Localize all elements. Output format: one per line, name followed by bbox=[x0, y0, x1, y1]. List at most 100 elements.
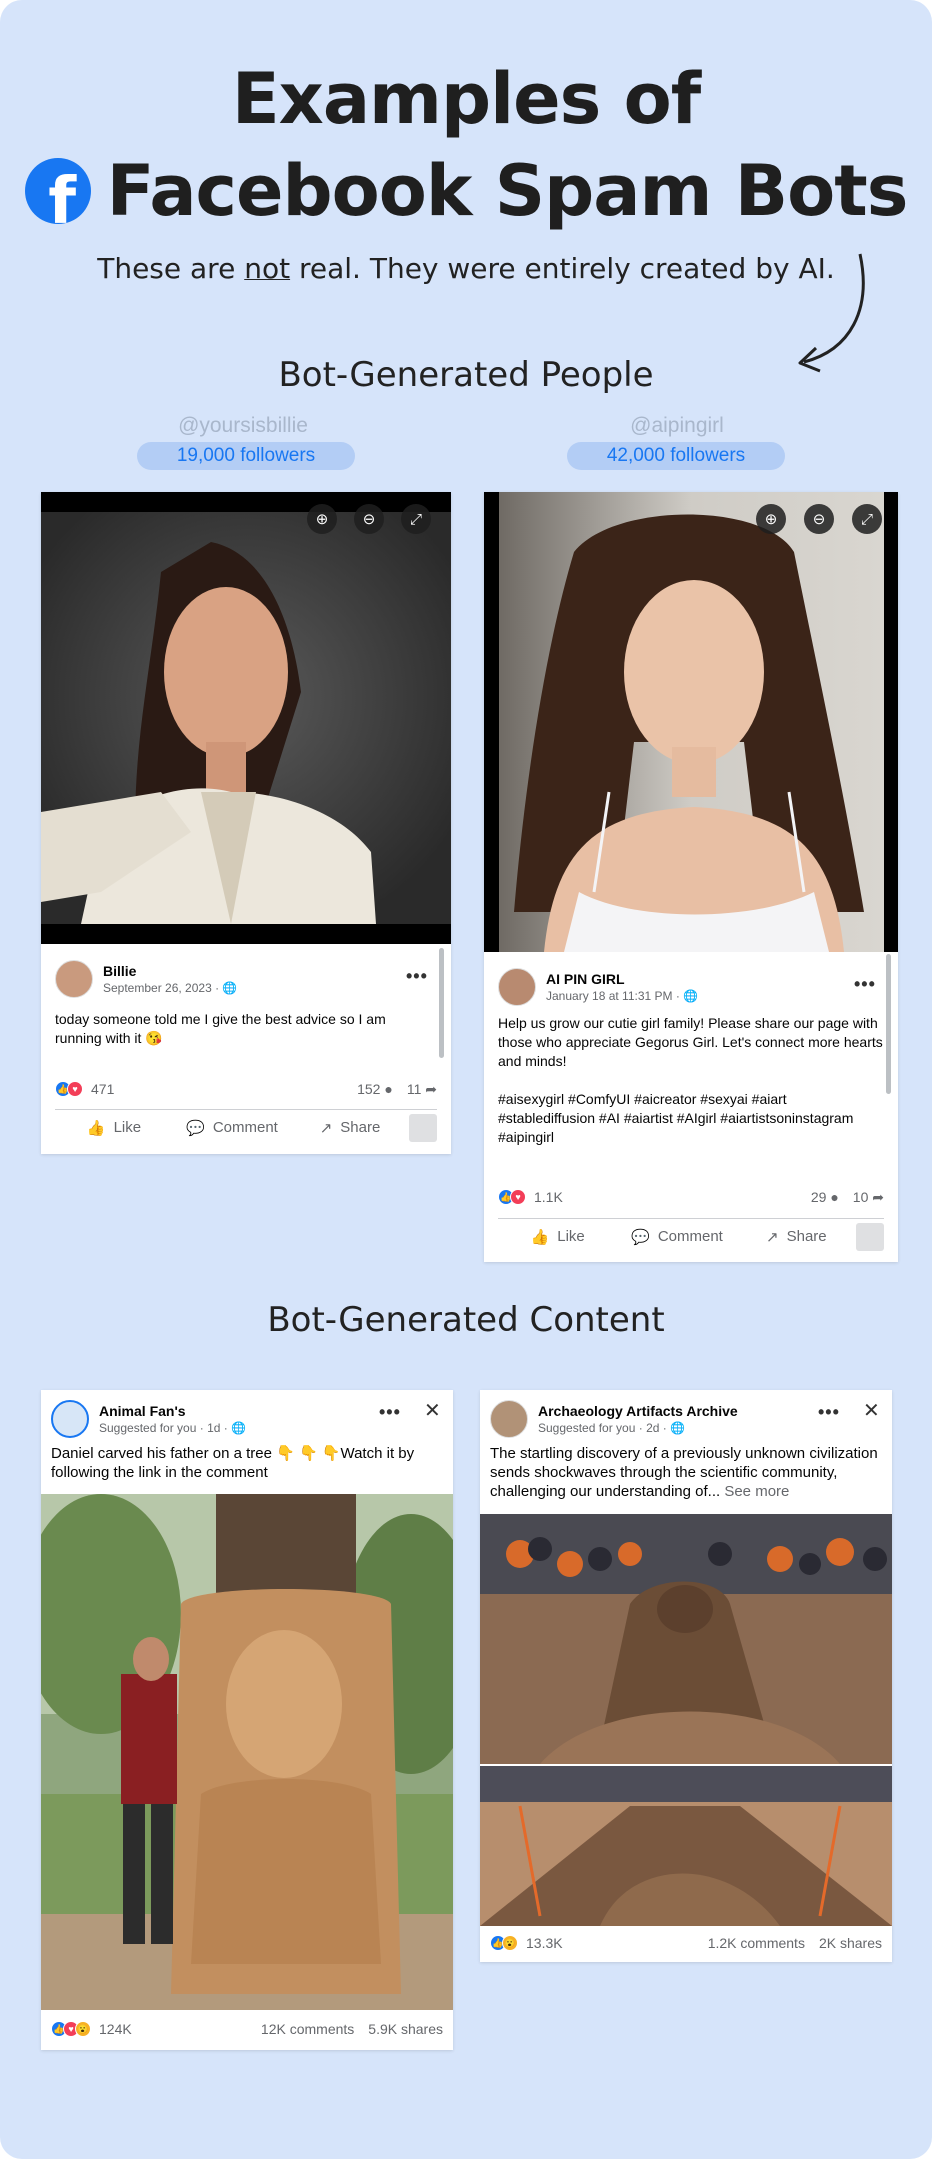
like-button[interactable]: 👍 Like bbox=[498, 1228, 617, 1246]
followers-pill-aipingirl: 42,000 followers bbox=[567, 442, 785, 470]
post-photo-aipingirl: ⊕ ⊖ ⤢ bbox=[484, 492, 898, 952]
avatar[interactable] bbox=[490, 1400, 528, 1438]
post-date: September 26, 2023 · 🌐 bbox=[103, 981, 238, 995]
post-text: today someone told me I give the best ad… bbox=[55, 1011, 386, 1046]
scrollbar[interactable] bbox=[439, 948, 444, 1058]
scrollbar[interactable] bbox=[886, 954, 891, 1094]
facebook-logo-icon: f bbox=[24, 158, 91, 224]
post-photo-billie: ⊕ ⊖ ⤢ bbox=[41, 492, 451, 944]
share-icon: ↗ bbox=[766, 1228, 779, 1246]
share-count[interactable]: 2K shares bbox=[819, 1935, 882, 1951]
share-count[interactable]: 5.9K shares bbox=[368, 2021, 443, 2037]
infographic-page: Examples of f Facebook Spam Bots These a… bbox=[0, 0, 932, 2159]
reaction-icons: 👍 ♥ 😮 bbox=[51, 2021, 91, 2037]
see-more-link[interactable]: See more bbox=[720, 1483, 789, 1500]
reaction-count[interactable]: 1.1K bbox=[534, 1189, 563, 1205]
close-icon[interactable]: ✕ bbox=[424, 1398, 441, 1423]
globe-icon: 🌐 bbox=[683, 989, 699, 1003]
more-icon[interactable]: ••• bbox=[379, 1402, 401, 1423]
globe-icon: 🌐 bbox=[222, 981, 238, 995]
reaction-count[interactable]: 13.3K bbox=[526, 1935, 563, 1951]
suggested-label: Suggested for you · 2d · 🌐 bbox=[538, 1421, 686, 1435]
zoom-in-icon[interactable]: ⊕ bbox=[756, 504, 786, 534]
globe-icon: 🌐 bbox=[231, 1421, 247, 1435]
avatar[interactable] bbox=[55, 960, 93, 998]
comment-count[interactable]: 1.2K comments bbox=[708, 1935, 805, 1951]
comment-bubble-icon: ● bbox=[830, 1189, 839, 1205]
author-name[interactable]: AI PIN GIRL bbox=[546, 971, 698, 987]
action-row: 👍 Like 💬 Comment ↗ Share bbox=[498, 1218, 884, 1254]
reactions-row: 👍 ♥ 😮 124K 12K comments 5.9K shares bbox=[51, 2018, 443, 2040]
share-count[interactable]: 10 ➦ bbox=[853, 1189, 884, 1206]
post-header-billie: Billie September 26, 2023 · 🌐 bbox=[55, 960, 237, 998]
title-line-2: Facebook Spam Bots bbox=[106, 150, 909, 232]
author-name[interactable]: Archaeology Artifacts Archive bbox=[538, 1403, 738, 1419]
reaction-icons: 👍 😮 bbox=[490, 1935, 518, 1951]
author-name[interactable]: Billie bbox=[103, 963, 237, 979]
section-title-people: Bot-Generated People bbox=[278, 355, 654, 395]
reaction-icons: 👍 ♥ bbox=[55, 1081, 83, 1097]
globe-icon: 🌐 bbox=[670, 1421, 686, 1435]
suggested-label: Suggested for you · 1d · 🌐 bbox=[99, 1421, 247, 1435]
comment-count[interactable]: 29 ● bbox=[811, 1189, 839, 1205]
post-text: The startling discovery of a previously … bbox=[490, 1445, 878, 1500]
reactions-row: 👍 ♥ 471 152 ● 11 ➦ bbox=[55, 1078, 437, 1100]
zoom-out-icon[interactable]: ⊖ bbox=[804, 504, 834, 534]
avatar[interactable] bbox=[498, 968, 536, 1006]
zoom-out-icon[interactable]: ⊖ bbox=[354, 504, 384, 534]
share-icon: ↗ bbox=[319, 1119, 333, 1137]
reaction-count[interactable]: 471 bbox=[91, 1081, 114, 1097]
comment-icon: 💬 bbox=[631, 1228, 650, 1246]
action-row: 👍 Like 💬 Comment ↗ Share bbox=[55, 1109, 437, 1145]
share-button[interactable]: ↗ Share bbox=[291, 1119, 409, 1137]
share-arrow-icon: ➦ bbox=[425, 1080, 437, 1097]
handle-billie: @yoursisbillie bbox=[178, 414, 308, 437]
handle-aipingirl: @aipingirl bbox=[630, 414, 724, 437]
post-card-aipingirl: ⊕ ⊖ ⤢ AI PIN GIRL January 18 at 11:31 PM… bbox=[484, 492, 898, 1262]
share-count[interactable]: 11 ➦ bbox=[407, 1081, 437, 1098]
followers-pill-billie: 19,000 followers bbox=[137, 442, 355, 470]
section-title-content: Bot-Generated Content bbox=[267, 1300, 665, 1340]
reaction-count[interactable]: 124K bbox=[99, 2021, 132, 2037]
wow-reaction-icon: 😮 bbox=[502, 1935, 518, 1951]
more-icon[interactable]: ••• bbox=[818, 1402, 840, 1423]
title-line-2-row: f Facebook Spam Bots bbox=[0, 150, 932, 232]
comment-count[interactable]: 12K comments bbox=[261, 2021, 354, 2037]
reactions-row: 👍 ♥ 1.1K 29 ● 10 ➦ bbox=[498, 1186, 884, 1208]
author-name[interactable]: Animal Fan's bbox=[99, 1403, 246, 1419]
thumbs-up-icon: 👍 bbox=[86, 1119, 106, 1137]
post-header-archaeology: Archaeology Artifacts Archive Suggested … bbox=[490, 1400, 738, 1438]
zoom-in-icon[interactable]: ⊕ bbox=[307, 504, 337, 534]
post-card-archaeology: Archaeology Artifacts Archive Suggested … bbox=[480, 1390, 892, 1962]
post-card-billie: ⊕ ⊖ ⤢ Billie September 26, 2023 · 🌐 ••• … bbox=[41, 492, 451, 1154]
profile-selector[interactable] bbox=[855, 1222, 884, 1251]
comment-icon: 💬 bbox=[186, 1119, 205, 1137]
comment-button[interactable]: 💬 Comment bbox=[173, 1119, 291, 1137]
more-icon[interactable]: ••• bbox=[406, 966, 428, 987]
post-header-animal-fans: Animal Fan's Suggested for you · 1d · 🌐 bbox=[51, 1400, 246, 1438]
post-photo-excavation-2 bbox=[480, 1766, 892, 1926]
share-button[interactable]: ↗ Share bbox=[737, 1228, 856, 1246]
love-reaction-icon: ♥ bbox=[67, 1081, 83, 1097]
avatar[interactable] bbox=[51, 1400, 89, 1438]
thumbs-up-icon: 👍 bbox=[530, 1228, 550, 1246]
title-line-1: Examples of bbox=[231, 58, 701, 140]
share-arrow-icon: ➦ bbox=[872, 1188, 884, 1205]
reactions-row: 👍 😮 13.3K 1.2K comments 2K shares bbox=[490, 1932, 882, 1954]
close-icon[interactable]: ✕ bbox=[863, 1398, 880, 1423]
post-photo-tree-carving bbox=[41, 1494, 453, 2010]
post-photo-excavation-1 bbox=[480, 1514, 892, 1764]
expand-icon[interactable]: ⤢ bbox=[852, 504, 882, 534]
wow-reaction-icon: 😮 bbox=[75, 2021, 91, 2037]
post-date: January 18 at 11:31 PM · 🌐 bbox=[546, 989, 699, 1003]
like-button[interactable]: 👍 Like bbox=[55, 1119, 173, 1137]
comment-button[interactable]: 💬 Comment bbox=[617, 1228, 736, 1246]
post-text: Help us grow our cutie girl family! Plea… bbox=[498, 1015, 883, 1145]
profile-selector[interactable] bbox=[409, 1113, 437, 1142]
love-reaction-icon: ♥ bbox=[510, 1189, 526, 1205]
post-text: Daniel carved his father on a tree 👇 👇 👇… bbox=[51, 1445, 415, 1481]
comment-count[interactable]: 152 ● bbox=[357, 1081, 393, 1097]
post-header-aipingirl: AI PIN GIRL January 18 at 11:31 PM · 🌐 bbox=[498, 968, 698, 1006]
expand-icon[interactable]: ⤢ bbox=[401, 504, 431, 534]
more-icon[interactable]: ••• bbox=[854, 974, 876, 995]
